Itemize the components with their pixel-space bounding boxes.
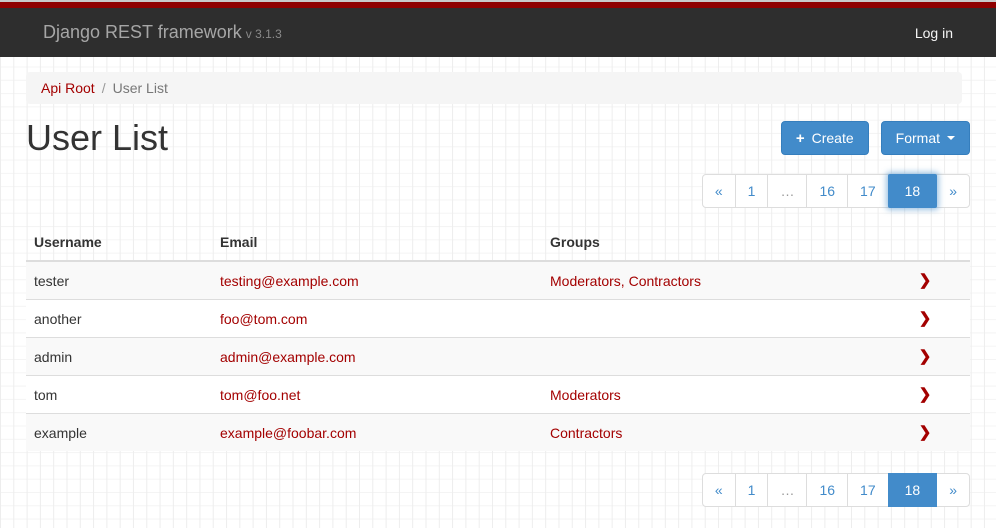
pagination-row-top: « 1 … 16 17 18 »: [26, 174, 970, 208]
groups-cell: [542, 300, 880, 338]
username-cell: example: [26, 414, 212, 452]
username-cell: admin: [26, 338, 212, 376]
email-cell: testing@example.com: [212, 261, 542, 300]
heading-row: User List + Create Format: [26, 116, 970, 160]
groups-cell: Moderators, Contractors: [542, 261, 880, 300]
format-dropdown-button[interactable]: Format: [881, 121, 970, 155]
detail-cell: ❯: [880, 300, 970, 338]
username-cell: tom: [26, 376, 212, 414]
pagination-page-1[interactable]: 1: [735, 174, 769, 208]
table-header-row: Username Email Groups: [26, 224, 970, 261]
pagination-next[interactable]: »: [936, 174, 970, 208]
breadcrumb-current: User List: [113, 80, 168, 96]
toolbar: + Create Format: [781, 121, 970, 155]
pagination-page-16[interactable]: 16: [806, 473, 848, 507]
brand-title: Django REST framework: [43, 22, 242, 42]
detail-cell: ❯: [880, 414, 970, 452]
user-table: Username Email Groups tester testing@exa…: [26, 224, 970, 451]
table-row: tester testing@example.com Moderators, C…: [26, 261, 970, 300]
email-link[interactable]: admin@example.com: [220, 349, 356, 365]
pagination-prev[interactable]: «: [702, 174, 736, 208]
groups-cell: [542, 338, 880, 376]
email-link[interactable]: testing@example.com: [220, 273, 359, 289]
login-button[interactable]: Log in: [915, 25, 953, 41]
create-button[interactable]: + Create: [781, 121, 869, 155]
row-detail-chevron-icon[interactable]: ❯: [919, 310, 932, 327]
username-cell: tester: [26, 261, 212, 300]
navbar-brand-link[interactable]: Django REST framework v 3.1.3: [43, 22, 282, 43]
groups-cell: Contractors: [542, 414, 880, 452]
groups-link[interactable]: Moderators: [550, 387, 621, 403]
breadcrumb-separator: /: [102, 80, 106, 96]
groups-link[interactable]: Contractors: [550, 425, 622, 441]
column-header-username: Username: [26, 224, 212, 261]
email-link[interactable]: foo@tom.com: [220, 311, 307, 327]
table-row: admin admin@example.com ❯: [26, 338, 970, 376]
table-row: another foo@tom.com ❯: [26, 300, 970, 338]
pagination-prev[interactable]: «: [702, 473, 736, 507]
row-detail-chevron-icon[interactable]: ❯: [919, 386, 932, 403]
row-detail-chevron-icon[interactable]: ❯: [919, 272, 932, 289]
page-title: User List: [26, 116, 168, 160]
pagination-page-18-active[interactable]: 18: [888, 473, 938, 507]
pagination-page-16[interactable]: 16: [806, 174, 848, 208]
email-link[interactable]: example@foobar.com: [220, 425, 356, 441]
navbar: Django REST framework v 3.1.3 Log in: [0, 8, 996, 57]
pagination-page-17[interactable]: 17: [847, 473, 889, 507]
breadcrumb-api-root-link[interactable]: Api Root: [41, 80, 95, 96]
detail-cell: ❯: [880, 261, 970, 300]
detail-cell: ❯: [880, 338, 970, 376]
detail-cell: ❯: [880, 376, 970, 414]
column-header-email: Email: [212, 224, 542, 261]
main-container: Api Root / User List User List + Create Fo…: [26, 72, 970, 507]
groups-link[interactable]: Moderators, Contractors: [550, 273, 701, 289]
pagination-page-18-active[interactable]: 18: [888, 174, 938, 208]
breadcrumb: Api Root / User List: [26, 72, 962, 104]
row-detail-chevron-icon[interactable]: ❯: [919, 424, 932, 441]
brand-version: v 3.1.3: [246, 27, 282, 41]
pagination-top: « 1 … 16 17 18 »: [702, 174, 970, 208]
create-button-label: Create: [812, 130, 854, 146]
groups-cell: Moderators: [542, 376, 880, 414]
email-cell: example@foobar.com: [212, 414, 542, 452]
column-header-detail: [880, 224, 970, 261]
pagination-row-bottom: « 1 … 16 17 18 »: [26, 473, 970, 507]
pagination-ellipsis: …: [767, 473, 807, 507]
row-detail-chevron-icon[interactable]: ❯: [919, 348, 932, 365]
pagination-next[interactable]: »: [936, 473, 970, 507]
email-cell: foo@tom.com: [212, 300, 542, 338]
plus-icon: +: [796, 131, 805, 146]
column-header-groups: Groups: [542, 224, 880, 261]
pagination-page-1[interactable]: 1: [735, 473, 769, 507]
email-link[interactable]: tom@foo.net: [220, 387, 300, 403]
pagination-bottom: « 1 … 16 17 18 »: [702, 473, 970, 507]
format-button-label: Format: [896, 130, 940, 146]
table-row: example example@foobar.com Contractors ❯: [26, 414, 970, 452]
email-cell: admin@example.com: [212, 338, 542, 376]
username-cell: another: [26, 300, 212, 338]
pagination-page-17[interactable]: 17: [847, 174, 889, 208]
table-row: tom tom@foo.net Moderators ❯: [26, 376, 970, 414]
caret-down-icon: [947, 136, 955, 140]
email-cell: tom@foo.net: [212, 376, 542, 414]
pagination-ellipsis: …: [767, 174, 807, 208]
